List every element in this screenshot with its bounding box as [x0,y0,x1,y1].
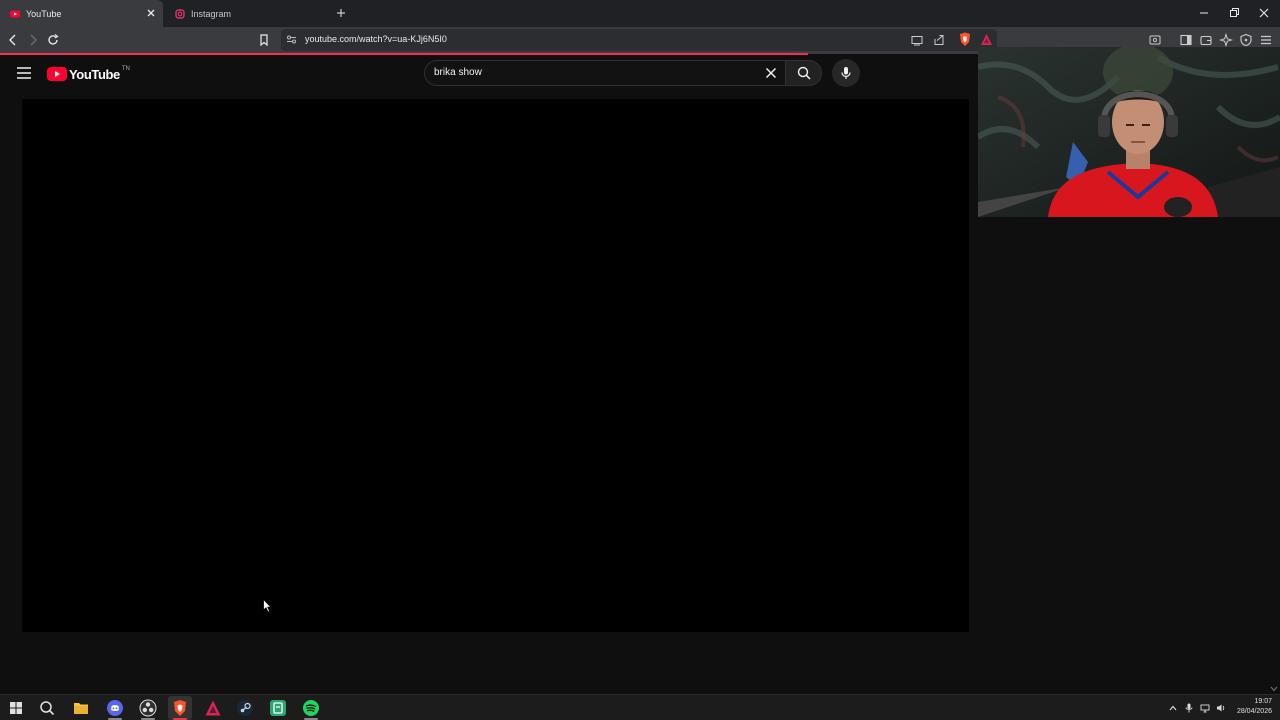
search-input[interactable]: brika show [434,67,482,78]
spotify-icon[interactable] [302,699,320,717]
wallet-icon[interactable] [1199,33,1213,47]
search-icon [797,66,811,80]
brave-nightly-icon[interactable] [204,699,222,717]
brave-shields-icon[interactable] [958,32,972,47]
taskbar: 19:07 28/04/2026 [0,686,1280,720]
search-button[interactable] [785,60,822,86]
close-window-icon[interactable] [1258,7,1270,19]
new-tab-icon[interactable] [334,6,348,20]
bookmark-icon[interactable] [257,33,271,47]
search-taskbar-icon[interactable] [38,699,56,717]
country-code: TN [121,66,130,72]
microphone-tray-icon[interactable] [1184,703,1194,713]
system-clock[interactable]: 19:07 28/04/2026 [1237,697,1272,717]
webcam-feed [978,47,1280,217]
close-tab-icon[interactable] [146,8,156,18]
back-icon[interactable] [6,33,20,47]
forward-icon[interactable] [26,33,40,47]
video-player[interactable] [22,99,969,632]
tab-search-icon[interactable] [1148,33,1162,47]
brave-browser-icon[interactable] [171,699,189,717]
webcam-overlay [978,47,1280,217]
clock-date: 28/04/2026 [1236,708,1272,715]
steam-icon[interactable] [236,699,254,717]
leo-ai-icon[interactable] [1219,33,1233,47]
share-icon[interactable] [933,34,945,46]
site-settings-icon[interactable] [286,34,297,45]
tray-overflow-icon[interactable] [1168,703,1178,713]
youtube-header: YouTube TN brika show [0,55,978,93]
network-icon[interactable] [1200,703,1210,713]
youtube-logo[interactable]: YouTube TN [47,64,130,84]
volume-icon[interactable] [1216,703,1226,713]
mouse-cursor-icon [263,599,272,613]
youtube-play-logo-icon [47,67,67,81]
clear-search-icon[interactable] [765,67,777,79]
restore-icon[interactable] [1228,7,1240,19]
cast-icon[interactable] [911,34,923,46]
vpn-shield-icon[interactable] [1239,33,1253,47]
clock-time: 19:07 [1254,698,1272,705]
url-text: youtube.com/watch?v=ua-KJj6N5I0 [305,34,447,44]
instagram-favicon-icon [175,8,185,19]
youtube-logo-text: YouTube [69,66,120,82]
app-icon[interactable] [269,699,287,717]
minimize-icon[interactable] [1198,7,1210,19]
search-box[interactable]: brika show [424,60,785,86]
tab-instagram[interactable]: Instagram [165,0,325,27]
brave-rewards-icon[interactable] [980,33,993,46]
discord-icon[interactable] [106,699,124,717]
tab-label: YouTube [26,8,62,19]
sidebar-icon[interactable] [1179,33,1193,47]
microphone-icon [841,67,851,79]
tab-label: Instagram [191,8,232,19]
voice-search-button[interactable] [832,59,860,87]
start-icon[interactable] [7,699,25,717]
tab-strip: YouTube Instagram [0,0,1280,27]
address-bar[interactable]: youtube.com/watch?v=ua-KJj6N5I0 [281,29,997,51]
hamburger-menu-icon[interactable] [16,66,32,80]
reload-icon[interactable] [46,33,60,47]
obs-icon[interactable] [139,699,157,717]
menu-icon[interactable] [1259,33,1273,47]
scroll-down-icon [1270,686,1278,692]
youtube-favicon-icon [10,10,20,17]
file-explorer-icon[interactable] [72,699,90,717]
tab-youtube[interactable]: YouTube [0,0,163,27]
